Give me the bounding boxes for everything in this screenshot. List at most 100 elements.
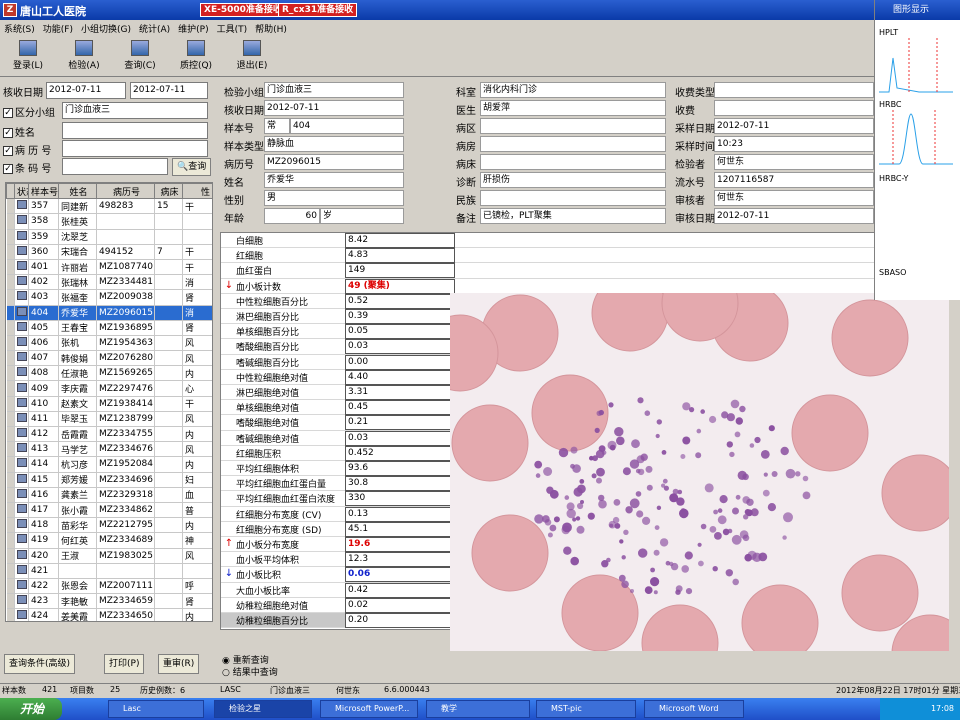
info-field-col1-1[interactable]: 2012-07-11 [264,100,404,116]
info-field-col2-2[interactable] [480,118,666,134]
table-row[interactable]: 408 任淑艳 MZ1569265 内 [6,365,212,382]
table-row[interactable]: 417 张小霞 MZ2334862 普 [6,502,212,519]
table-row[interactable]: 407 韩俊娟 MZ2076280 风 [6,350,212,367]
info-field-col2-3[interactable] [480,136,666,152]
info-field-col1-7[interactable]: 60 [264,208,320,224]
table-row[interactable]: 414 杭习彦 MZ1952084 内 [6,456,212,473]
result-value[interactable]: 3.31 [345,385,455,400]
table-row[interactable]: 422 张恩会 MZ2007111 呼 [6,578,212,595]
barcode-input[interactable] [62,158,168,175]
search-button[interactable]: 🔍查询 [172,158,212,176]
alert-badge-cx31[interactable]: R_cx31准备接收 [278,3,358,17]
table-row[interactable]: 357 同建新 498283 15 干 [6,198,212,215]
result-value[interactable]: 0.06 [345,567,455,583]
info-field-col1-3[interactable]: 静脉血 [264,136,404,152]
result-value[interactable]: 49 (聚集) [345,278,455,294]
table-row[interactable]: 420 王淑 MZ1983025 风 [6,548,212,564]
info-field-col1-4[interactable]: MZ2096015 [264,154,404,170]
info-field-col3-2[interactable]: 2012-07-11 [714,118,874,134]
result-value[interactable]: 45.1 [345,521,455,537]
info-field-col1-0[interactable]: 门诊血液三 [264,82,404,98]
task-word[interactable]: Microsoft Word [644,700,744,718]
info-field-col2-1[interactable]: 胡爱萍 [480,100,666,116]
result-value[interactable]: 4.40 [345,369,455,385]
info-field-col3-1[interactable] [714,100,874,116]
task-teaching[interactable]: 教学 [426,700,530,718]
table-row[interactable]: 424 姜美霞 MZ2334650 内 [6,608,212,621]
menu-group-switch[interactable]: 小组切换(G) [77,20,135,37]
test-button[interactable]: 检验(A) [60,39,108,75]
result-value[interactable]: 0.03 [345,339,455,355]
qc-button[interactable]: 质控(Q) [172,39,220,75]
table-row[interactable]: 401 许丽岩 MZ1087740 干 [6,259,212,276]
info-field-col1-2-b[interactable]: 404 [290,118,404,134]
table-row[interactable]: 415 郑芳媛 MZ2334696 妇 [6,472,212,488]
exit-button[interactable]: 退出(E) [228,39,276,75]
reaudit-button[interactable]: 重审(R) [158,654,200,674]
result-value[interactable]: 0.02 [345,597,455,613]
result-value[interactable]: 0.52 [345,293,455,309]
col-dept[interactable]: 性 [182,183,212,200]
result-value[interactable]: 93.6 [345,461,455,476]
result-value[interactable]: 12.3 [345,552,455,568]
result-value[interactable]: 0.03 [345,430,455,446]
date-from-input[interactable]: 2012-07-11 [46,82,126,99]
group-checkbox[interactable]: ✓ [3,108,13,118]
start-button[interactable]: 开始 [0,698,62,720]
col-name[interactable]: 姓名 [58,183,97,200]
result-value[interactable]: 0.00 [345,354,455,370]
info-field-col1-5[interactable]: 乔爱华 [264,172,404,188]
table-row[interactable]: 404 乔爱华 MZ2096015 消 [6,305,212,321]
login-button[interactable]: 登录(L) [4,39,52,75]
table-row[interactable]: 413 马学艺 MZ2334676 风 [6,441,212,458]
date-to-input[interactable]: 2012-07-11 [130,82,208,99]
task-powerpoint[interactable]: Microsoft PowerP... [320,700,418,718]
menu-help[interactable]: 帮助(H) [251,20,291,37]
name-input[interactable] [62,122,208,139]
menu-function[interactable]: 功能(F) [39,20,77,37]
menu-stats[interactable]: 统计(A) [135,20,174,37]
info-field-col3-0[interactable] [714,82,874,98]
info-field-col1-6[interactable]: 男 [264,190,404,206]
info-field-col3-4[interactable]: 何世东 [714,154,874,170]
name-checkbox[interactable]: ✓ [3,128,13,138]
group-select[interactable]: 门诊血液三 [62,102,208,119]
result-value[interactable]: 0.42 [345,582,455,598]
task-lasc[interactable]: Lasc [108,700,204,718]
task-mst-pic[interactable]: MST-pic [536,700,636,718]
table-row[interactable]: 403 张福奎 MZ2009038 肾 [6,289,212,306]
info-field-col2-7[interactable]: 已镜检，PLT聚集 [480,208,666,224]
result-value[interactable]: 0.39 [345,309,455,324]
table-row[interactable]: 359 沈翠芝 [6,229,212,245]
menu-tools[interactable]: 工具(T) [213,20,252,37]
result-row[interactable]: 血红蛋白 149 [221,263,874,279]
table-row[interactable]: 410 赵素文 MZ1938414 干 [6,396,212,412]
result-value[interactable]: 0.13 [345,506,455,522]
record-input[interactable] [62,140,208,157]
info-field-col2-5[interactable]: 肝损伤 [480,172,666,188]
result-value[interactable]: 4.83 [345,248,455,264]
result-value[interactable]: 0.452 [345,445,455,461]
advanced-query-button[interactable]: 查询条件(高级) [4,654,76,674]
table-row[interactable]: 419 何红英 MZ2334689 神 [6,532,212,549]
table-row[interactable]: 406 张机 MZ1954363 风 [6,335,212,352]
table-row[interactable]: 416 龚素兰 MZ2329318 血 [6,487,212,503]
info-field-col2-6[interactable] [480,190,666,206]
table-row[interactable]: 421 [6,563,212,579]
result-value[interactable]: 0.05 [345,324,455,340]
menu-system[interactable]: 系统(S) [0,20,39,37]
result-value[interactable]: 0.20 [345,613,455,628]
info-field-col3-5[interactable]: 1207116587 [714,172,874,188]
result-value[interactable]: 330 [345,491,455,507]
result-value[interactable]: 0.45 [345,400,455,416]
info-field-col1-2[interactable]: 常 [264,118,290,134]
query-button[interactable]: 查询(C) [116,39,164,75]
result-value[interactable]: 19.6 [345,537,455,552]
menu-maintain[interactable]: 维护(P) [174,20,212,37]
table-row[interactable]: 412 岳霞霞 MZ2334755 内 [6,426,212,443]
barcode-checkbox[interactable]: ✓ [3,164,13,174]
task-jianyan[interactable]: 检验之星 [214,700,312,718]
table-row[interactable]: 402 张瑞林 MZ2334481 消 [6,274,212,291]
alert-badge-xe5000[interactable]: XE-5000准备接收 [200,3,286,17]
col-sample-no[interactable]: 样本号 [28,183,59,200]
